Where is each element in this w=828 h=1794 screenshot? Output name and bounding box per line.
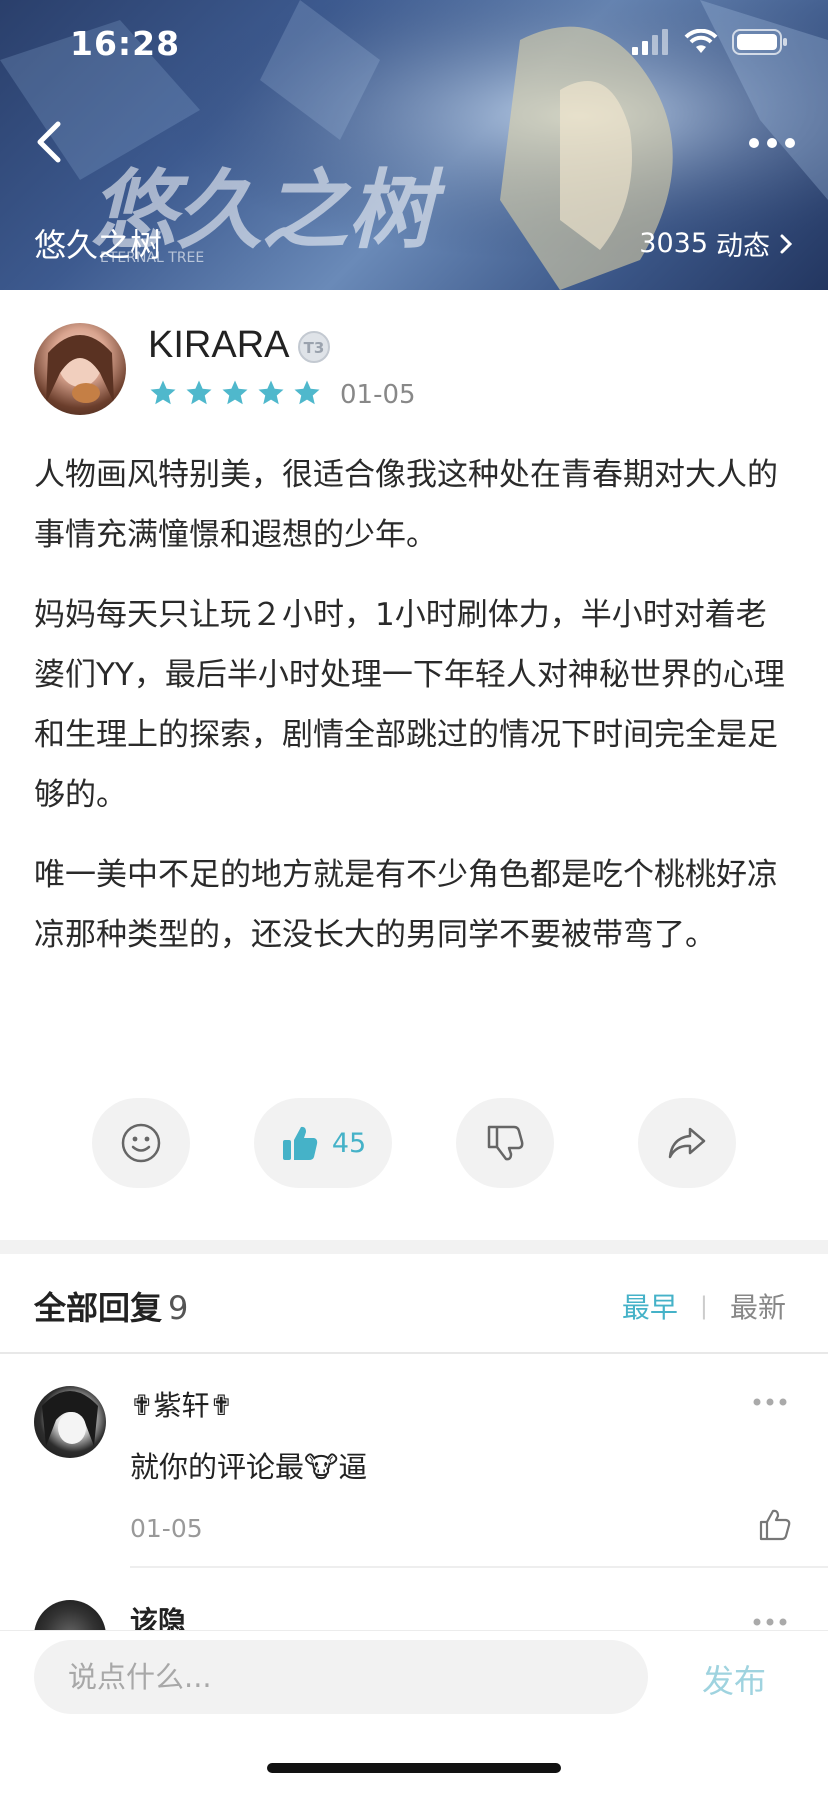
dislike-button[interactable] [456, 1098, 554, 1188]
cow-emoji: 🐮 [304, 1450, 339, 1484]
level-badge-text: T3 [304, 339, 325, 357]
post-paragraph: 人物画风特别美，很适合像我这种处在青春期对大人的事情充满憧憬和遐想的少年。 [34, 457, 778, 553]
reply-avatar[interactable] [34, 1386, 106, 1458]
reply-avatar-art [42, 1391, 98, 1446]
dynamics-count: 3035 [639, 228, 708, 259]
thumbs-down-icon [487, 1125, 524, 1161]
sort-separator: | [699, 1292, 708, 1320]
dynamics-link[interactable]: 3035 动态 [639, 224, 794, 263]
share-icon [668, 1127, 706, 1159]
comment-input[interactable] [34, 1640, 648, 1714]
thumbs-up-icon[interactable] [758, 1508, 792, 1542]
emoji-icon [121, 1123, 161, 1163]
level-badge-icon: T3 [298, 331, 330, 363]
author-name[interactable]: KIRARA [148, 324, 289, 367]
author-avatar[interactable] [34, 323, 126, 415]
star-icon [294, 380, 320, 405]
dynamics-label: 动态 [716, 231, 770, 262]
star-icon [150, 380, 176, 405]
section-divider [0, 1240, 828, 1254]
avatar-photo [46, 335, 114, 403]
replies-title: 全部回复 [34, 1289, 163, 1327]
reply-author-name[interactable]: ✟紫轩✟ [130, 1384, 233, 1424]
rating-stars [148, 378, 322, 408]
thumbs-up-icon [282, 1126, 318, 1160]
post-paragraph: 唯一美中不足的地方就是有不少角色都是吃个桃桃好凉凉那种类型的，还没长大的男同学不… [34, 857, 778, 953]
sort-earliest-tab[interactable]: 最早 [622, 1286, 678, 1326]
post-date: 01-05 [340, 380, 416, 410]
reply-text: 就你的评论最🐮逼 [130, 1444, 367, 1486]
emoji-reaction-button[interactable] [92, 1098, 190, 1188]
chevron-right-icon [780, 234, 793, 253]
star-icon [258, 380, 284, 405]
post-body: 人物画风特别美，很适合像我这种处在青春期对大人的事情充满憧憬和遐想的少年。 妈妈… [34, 445, 794, 985]
more-icon[interactable] [746, 128, 798, 158]
sort-tabs: 最早 | 最新 [622, 1286, 786, 1326]
game-banner: 悠久之树 ETERNAL TREE 16:28 悠久之树 3035 动态 [0, 0, 828, 290]
reply-text-start: 就你的评论最 [130, 1450, 305, 1484]
replies-count: 9 [168, 1289, 189, 1327]
reply-text-end: 逼 [338, 1450, 368, 1484]
more-icon[interactable] [752, 1616, 788, 1628]
home-indicator[interactable] [267, 1763, 561, 1773]
share-button[interactable] [638, 1098, 736, 1188]
battery-icon [732, 29, 787, 55]
publish-button[interactable]: 发布 [702, 1656, 766, 1702]
more-icon[interactable] [752, 1396, 788, 1408]
post-paragraph: 妈妈每天只让玩２小时，1小时刷体力，半小时对着老婆们YY，最后半小时处理一下年轻… [34, 597, 785, 813]
like-count: 45 [331, 1127, 367, 1159]
replies-header: 全部回复 9 [34, 1283, 188, 1329]
reply-date: 01-05 [130, 1514, 203, 1543]
divider [0, 1352, 828, 1354]
reply-divider [130, 1566, 828, 1568]
signal-icon [632, 29, 668, 55]
star-icon [222, 380, 248, 405]
back-arrow-icon[interactable] [30, 118, 70, 166]
like-button[interactable]: 45 [254, 1098, 392, 1188]
sort-latest-tab[interactable]: 最新 [730, 1286, 786, 1326]
status-time: 16:28 [70, 24, 181, 63]
game-title[interactable]: 悠久之树 [34, 220, 162, 266]
star-icon [186, 380, 212, 405]
status-icons [630, 28, 788, 56]
wifi-icon [684, 29, 718, 53]
